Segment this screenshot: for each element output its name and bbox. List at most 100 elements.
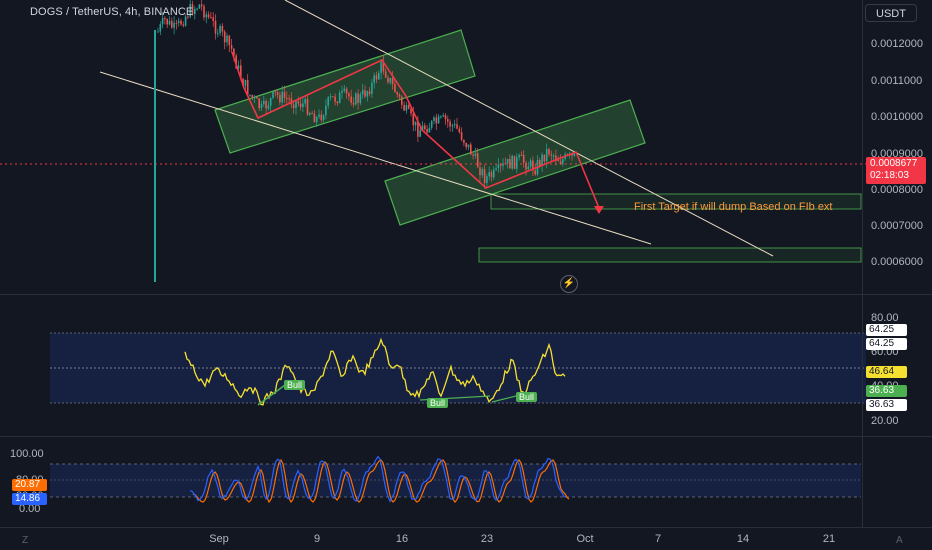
candle-body [343, 88, 346, 91]
candle-body [371, 82, 373, 95]
time-tick: Sep [209, 533, 229, 545]
candle-body [426, 128, 428, 133]
candle-body [288, 98, 290, 100]
bar-countdown: 02:18:03 [870, 170, 909, 181]
rsi-upper-tag: 64.25 [866, 324, 907, 336]
candle-body [506, 159, 509, 164]
rsi-upper-tag: 64.25 [866, 338, 907, 350]
candle-body [373, 75, 375, 83]
candle-body [352, 102, 355, 105]
candle-body [256, 96, 258, 99]
candle-body [345, 88, 348, 94]
candle-body [557, 160, 559, 162]
candle-body [269, 97, 272, 106]
candle-body [465, 143, 467, 148]
descending-resistance-line [284, 0, 774, 257]
candle-body [359, 94, 362, 104]
candle-body [451, 125, 454, 127]
candle-body [414, 121, 417, 126]
auto-scale-button[interactable]: A [896, 535, 903, 546]
candle-body [458, 128, 461, 133]
candle-body [171, 20, 173, 28]
candle-body [329, 96, 332, 98]
candle-body [525, 162, 527, 170]
annotation-text[interactable]: First Target if will dump Based on FIb e… [634, 201, 833, 213]
currency-button[interactable]: USDT [865, 4, 917, 22]
candle-body [394, 84, 396, 93]
candle-body [318, 114, 320, 117]
candle-body [495, 168, 497, 170]
candle-body [341, 90, 343, 93]
candle-body [529, 160, 532, 167]
candle-body [389, 78, 392, 83]
rsi-lower-tag: 36.63 [866, 385, 907, 397]
candle-body [527, 166, 530, 170]
candle-body [348, 93, 350, 97]
time-tick: Oct [576, 533, 594, 545]
candle-body [207, 14, 210, 18]
candle-body [325, 105, 327, 116]
candle-body [230, 45, 233, 49]
price-tick: 0.0006000 [871, 256, 923, 268]
candle-body [168, 20, 171, 25]
candle-body [384, 71, 387, 78]
candle-body [463, 139, 465, 144]
candle-body [396, 92, 398, 95]
lightning-icon[interactable]: ⚡ [560, 275, 578, 293]
candle-body [516, 157, 518, 169]
candle-body [279, 95, 281, 103]
candle-body [214, 20, 217, 34]
candle-body [509, 159, 511, 169]
candle-body [265, 101, 267, 109]
candle-body [497, 164, 500, 169]
candle-body [442, 115, 444, 117]
candle-body [304, 98, 306, 104]
candle-body [534, 170, 536, 175]
bull-label: Bull [284, 380, 306, 390]
candle-body [177, 20, 180, 23]
candle-body [210, 17, 212, 19]
price-tick: 0.0011000 [871, 75, 923, 87]
candle-body [518, 154, 520, 158]
candle-body [180, 20, 182, 25]
candle-body [327, 97, 329, 106]
rsi-tick: 80.00 [871, 312, 899, 324]
candle-body [502, 163, 504, 166]
candle-body [368, 91, 371, 95]
candle-body [281, 92, 283, 103]
symbol-title[interactable]: DOGS / TetherUS, 4h, BINANCE [30, 6, 193, 18]
candle-body [219, 25, 221, 34]
candle-body [364, 90, 366, 97]
candle-body [221, 25, 224, 32]
price-tick: 0.0010000 [871, 111, 923, 123]
pane-separator[interactable] [0, 294, 932, 295]
time-tick: 7 [654, 533, 662, 545]
candle-body [539, 159, 541, 166]
target-zone-2 [478, 247, 862, 263]
candle-body [200, 4, 203, 7]
candle-body [226, 35, 228, 43]
candle-body [460, 132, 463, 140]
candle-body [212, 17, 214, 21]
candle-body [251, 94, 254, 98]
candle-body [522, 155, 525, 163]
candle-body [244, 79, 247, 86]
candle-body [548, 149, 550, 155]
candle-body [447, 119, 449, 122]
candle-body [488, 172, 490, 177]
pane-separator[interactable] [0, 436, 932, 437]
candle-body [306, 98, 309, 115]
candle-body [412, 113, 415, 126]
timezone-button[interactable]: Z [22, 535, 28, 546]
candle-body [573, 153, 576, 156]
candle-body [419, 130, 421, 137]
candle-body [194, 9, 196, 15]
rsi-lower-tag: 36.63 [866, 399, 907, 411]
candle-body [198, 4, 201, 9]
candle-body [490, 172, 493, 178]
candle-body [543, 154, 546, 162]
candle-body [253, 96, 256, 98]
candle-body [173, 22, 175, 28]
chart-canvas[interactable] [0, 0, 932, 550]
down-arrow-icon [594, 206, 604, 214]
